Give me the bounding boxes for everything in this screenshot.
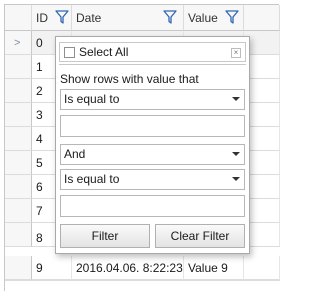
close-icon[interactable]: × <box>231 48 241 58</box>
chevron-down-icon <box>232 152 240 156</box>
table-cell-value[interactable]: Value 9 <box>184 256 244 280</box>
arrow-right-icon: > <box>14 37 21 49</box>
select-all-checkbox[interactable] <box>64 46 75 58</box>
header-filler <box>244 5 280 31</box>
operator-dropdown-value: Is equal to <box>64 92 120 106</box>
select-all-label: Select All <box>79 45 129 59</box>
table-cell-date[interactable]: 2016.04.06. 8:22:23 <box>72 256 184 280</box>
operator-dropdown-value: Is equal to <box>64 172 120 186</box>
row-indicator[interactable] <box>5 127 32 151</box>
grid-bottom-area <box>5 280 280 292</box>
column-header-date[interactable]: Date <box>72 5 184 31</box>
select-all-checkbox-row[interactable]: Select All × <box>59 42 246 62</box>
row-indicator[interactable] <box>5 79 32 103</box>
row-indicator[interactable] <box>5 199 32 223</box>
operator-dropdown-2[interactable]: Is equal to <box>60 169 245 190</box>
logical-operator-value: And <box>64 147 86 161</box>
row-indicator[interactable] <box>5 223 32 247</box>
filter-popup: Select All × Show rows with value that I… <box>55 36 250 254</box>
filter-value-input-1[interactable] <box>60 115 245 137</box>
row-indicator[interactable] <box>5 175 32 199</box>
row-indicator[interactable] <box>5 55 32 79</box>
filter-funnel-icon[interactable] <box>55 10 69 24</box>
row-indicator[interactable] <box>5 151 32 175</box>
row-filler <box>244 256 280 280</box>
filter-caption: Show rows with value that <box>60 72 199 86</box>
filter-funnel-icon[interactable] <box>163 10 177 24</box>
header-row-indicator <box>5 5 32 31</box>
row-indicator[interactable] <box>5 103 32 127</box>
filter-value-input-2[interactable] <box>60 195 245 217</box>
column-header-label: Date <box>76 10 102 25</box>
filter-button[interactable]: Filter <box>60 224 150 248</box>
column-header-value[interactable]: Value <box>184 5 244 31</box>
chevron-down-icon <box>232 97 240 101</box>
row-indicator[interactable]: > <box>5 31 32 55</box>
column-header-label: Value <box>188 10 218 25</box>
table-cell-id[interactable]: 9 <box>32 256 72 280</box>
divider <box>59 64 246 65</box>
row-indicator[interactable] <box>5 256 32 280</box>
filter-funnel-icon[interactable] <box>225 10 239 24</box>
chevron-down-icon <box>232 177 240 181</box>
logical-operator-dropdown[interactable]: And <box>60 144 245 165</box>
operator-dropdown-1[interactable]: Is equal to <box>60 89 245 110</box>
clear-filter-button[interactable]: Clear Filter <box>155 224 245 248</box>
column-header-id[interactable]: ID <box>32 5 72 31</box>
column-header-label: ID <box>36 10 48 25</box>
